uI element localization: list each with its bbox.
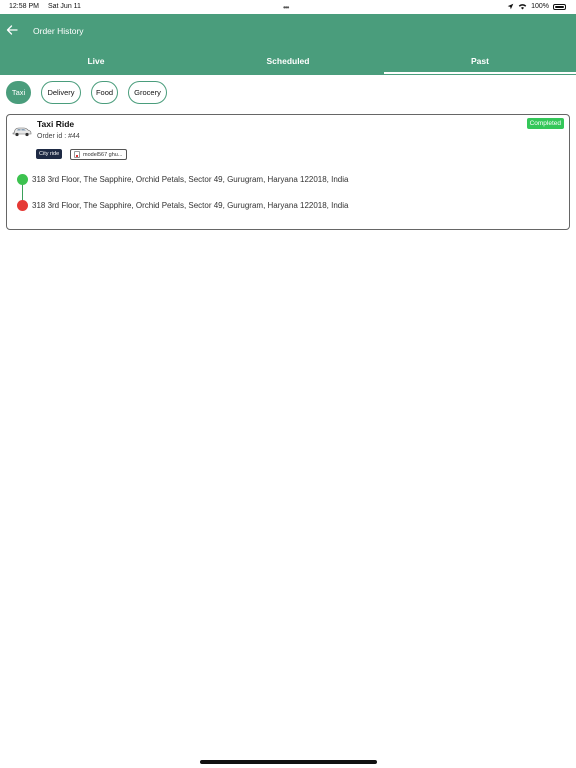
back-arrow-icon[interactable] [6, 24, 18, 36]
status-date: Sat Jun 11 [47, 3, 81, 10]
order-id: Order id : #44 [37, 133, 80, 140]
home-indicator[interactable] [200, 760, 377, 764]
order-tabs: Live Scheduled Past [0, 52, 576, 75]
page-title: Order History [33, 26, 84, 36]
category-chip-delivery[interactable]: Delivery [41, 81, 81, 104]
drop-dot-icon [17, 200, 28, 211]
order-card[interactable]: Taxi Ride Order id : #44 Completed City … [6, 114, 570, 230]
battery-icon [553, 3, 566, 10]
multitasking-dots-icon[interactable]: ••• [283, 3, 289, 12]
status-bar: 12:58 PM Sat Jun 11 ••• 100% [0, 0, 576, 14]
category-chip-taxi[interactable]: Taxi [6, 81, 31, 104]
tab-scheduled[interactable]: Scheduled [192, 52, 384, 75]
battery-percent: 100% [531, 3, 549, 10]
category-chip-grocery[interactable]: Grocery [128, 81, 167, 104]
order-title: Taxi Ride [37, 119, 75, 129]
tab-past[interactable]: Past [384, 52, 576, 75]
status-time: 12:58 PM [9, 3, 39, 10]
drop-address: 318 3rd Floor, The Sapphire, Orchid Peta… [32, 201, 349, 210]
category-filter: Taxi Delivery Food Grocery [6, 81, 167, 104]
tab-live[interactable]: Live [0, 52, 192, 75]
vehicle-label: model567 ghu... [83, 151, 123, 158]
status-badge: Completed [526, 118, 564, 129]
location-arrow-icon [507, 3, 514, 10]
pickup-dot-icon [17, 174, 28, 185]
wifi-icon [518, 4, 527, 10]
app-header: Order History Live Scheduled Past [0, 14, 576, 75]
vehicle-badge: model567 ghu... [70, 149, 128, 160]
car-icon [12, 127, 32, 137]
category-chip-food[interactable]: Food [91, 81, 118, 104]
pickup-address: 318 3rd Floor, The Sapphire, Orchid Peta… [32, 175, 349, 184]
ride-type-badge: City ride [36, 149, 63, 159]
vehicle-document-icon [74, 151, 80, 158]
